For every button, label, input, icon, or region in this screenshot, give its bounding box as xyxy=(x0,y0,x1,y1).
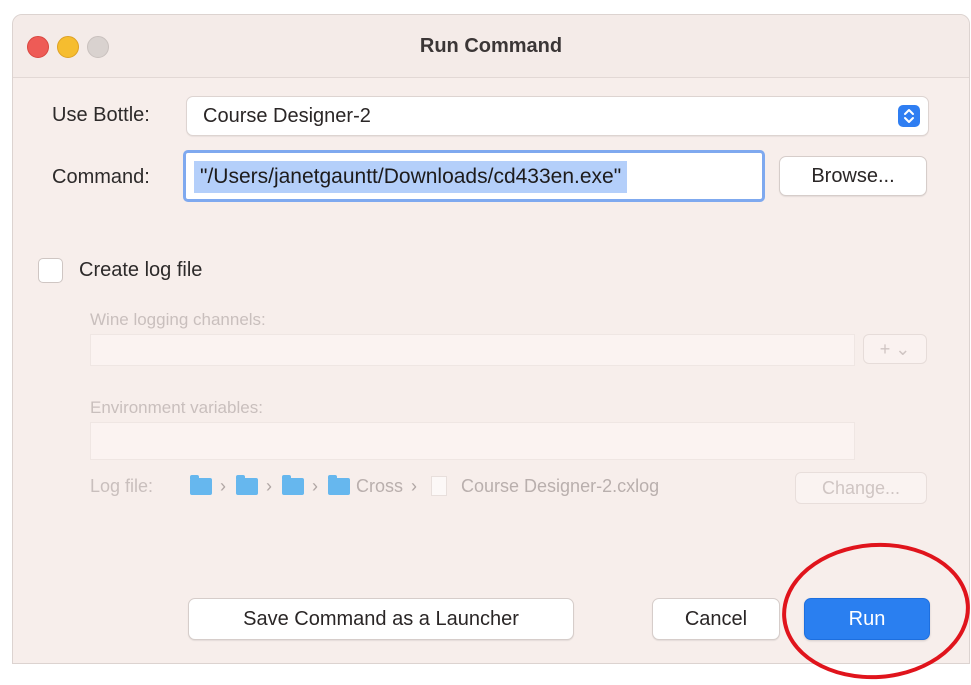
cancel-button[interactable]: Cancel xyxy=(652,598,780,640)
folder-icon xyxy=(328,474,350,495)
use-bottle-label: Use Bottle: xyxy=(52,104,150,126)
document-icon xyxy=(431,476,448,496)
environment-variables-label: Environment variables: xyxy=(90,398,263,417)
save-command-as-launcher-button[interactable]: Save Command as a Launcher xyxy=(188,598,574,640)
create-log-checkbox[interactable] xyxy=(38,258,63,283)
add-channel-menu-button: + ⌄ xyxy=(863,334,927,364)
bottle-select[interactable]: Course Designer-2 xyxy=(186,96,929,136)
log-file-path: › › › Cross › Course Designer-2.cxlog xyxy=(190,472,659,500)
bottle-select-value: Course Designer-2 xyxy=(203,105,371,127)
log-file-name: Course Designer-2.cxlog xyxy=(461,475,660,496)
browse-button[interactable]: Browse... xyxy=(779,156,927,196)
folder-icon xyxy=(236,474,258,495)
chevron-right-icon: › xyxy=(266,475,272,496)
command-label: Command: xyxy=(52,166,150,188)
select-arrows-icon xyxy=(898,105,920,127)
folder-icon xyxy=(190,474,212,495)
environment-variables-input xyxy=(90,422,855,460)
wine-logging-channels-label: Wine logging channels: xyxy=(90,310,266,329)
chevron-right-icon: › xyxy=(411,475,418,496)
command-input-value: "/Users/janetgauntt/Downloads/cd433en.ex… xyxy=(194,161,628,193)
path-crumb-cross: Cross xyxy=(356,475,404,496)
chevron-right-icon: › xyxy=(312,475,318,496)
command-input[interactable]: "/Users/janetgauntt/Downloads/cd433en.ex… xyxy=(183,150,765,202)
chevron-right-icon: › xyxy=(220,475,226,496)
wine-logging-channels-input xyxy=(90,334,855,366)
title-bar: Run Command xyxy=(13,15,969,78)
create-log-label: Create log file xyxy=(79,259,203,281)
folder-icon xyxy=(282,474,304,495)
log-file-label: Log file: xyxy=(90,476,154,496)
run-button[interactable]: Run xyxy=(804,598,930,640)
window-title: Run Command xyxy=(419,35,563,57)
change-log-file-button: Change... xyxy=(795,472,927,504)
